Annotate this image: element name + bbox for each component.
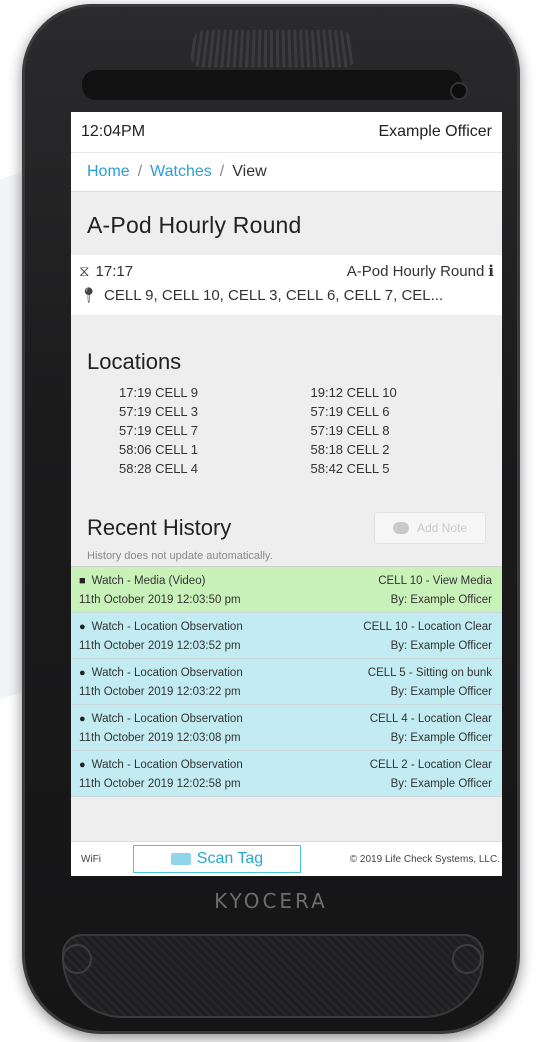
location-item: 58:06 CELL 1 <box>119 442 199 457</box>
watch-cells: CELL 9, CELL 10, CELL 3, CELL 6, CELL 7,… <box>104 286 444 304</box>
phone-bottom-bezel <box>62 934 484 1018</box>
history-header: Recent History Add Note <box>71 478 502 544</box>
copyright-text: © 2019 Life Check Systems, LLC. <box>349 853 500 865</box>
status-time: 12:04PM <box>81 123 146 140</box>
history-title: Watch - Location Observation <box>91 758 243 771</box>
history-heading: Recent History <box>87 515 232 540</box>
location-item: 58:18 CELL 2 <box>310 442 390 457</box>
phone-top-bezel <box>82 70 462 100</box>
status-bar: 12:04PM Example Officer <box>71 112 502 152</box>
history-title: Watch - Location Observation <box>91 712 243 725</box>
history-by: By: Example Officer <box>390 731 492 744</box>
brand-logo: KYOCERA <box>22 889 520 913</box>
info-icon[interactable]: i <box>488 262 494 280</box>
eye-icon: ● <box>79 666 86 679</box>
add-note-button[interactable]: Add Note <box>374 512 486 544</box>
screw-right-icon <box>452 944 482 974</box>
watch-name: A-Pod Hourly Round <box>346 262 485 280</box>
location-item: 19:12 CELL 10 <box>310 385 397 400</box>
locations-section: Locations 17:19 CELL 9 19:12 CELL 10 57:19… <box>71 315 502 478</box>
location-item: 17:19 CELL 9 <box>119 385 199 400</box>
comment-icon <box>392 522 409 534</box>
breadcrumb-separator: / <box>219 163 225 180</box>
history-detail: CELL 10 - View Media <box>378 574 492 587</box>
brand-text: KYOCERA <box>214 889 328 913</box>
history-title: Watch - Media (Video) <box>91 574 206 587</box>
status-user[interactable]: Example Officer <box>378 123 492 141</box>
app-screen: 12:04PM Example Officer Home / Watches /… <box>71 112 502 876</box>
history-date: 11th October 2019 12:03:52 pm <box>79 639 241 652</box>
scan-tag-button[interactable]: Scan Tag <box>133 845 301 873</box>
history-detail: CELL 10 - Location Clear <box>363 620 492 633</box>
wifi-status: WiFi <box>81 853 101 865</box>
history-detail: CELL 2 - Location Clear <box>369 758 492 771</box>
locations-heading: Locations <box>87 349 182 374</box>
history-detail: CELL 4 - Location Clear <box>369 712 492 725</box>
location-item: 57:19 CELL 8 <box>310 423 390 438</box>
camera-icon: ■ <box>79 574 86 587</box>
watch-duration: 17:17 <box>95 262 134 280</box>
tag-icon <box>170 853 191 865</box>
location-item: 57:19 CELL 7 <box>119 423 199 438</box>
location-item: 58:28 CELL 4 <box>119 461 199 476</box>
history-detail: CELL 5 - Sitting on bunk <box>367 666 492 679</box>
history-title: Watch - Location Observation <box>91 666 243 679</box>
history-row[interactable]: ● Watch - Location Observation CELL 5 - Si… <box>71 659 502 705</box>
history-by: By: Example Officer <box>390 685 492 698</box>
location-item: 58:42 CELL 5 <box>310 461 390 476</box>
location-item: 57:19 CELL 6 <box>310 404 390 419</box>
history-by: By: Example Officer <box>390 593 492 606</box>
add-note-label: Add Note <box>416 521 468 535</box>
eye-icon: ● <box>79 620 86 633</box>
bottom-bar: WiFi Scan Tag © 2019 Life Check Systems,… <box>71 841 502 876</box>
screw-left-icon <box>62 944 92 974</box>
eye-icon: ● <box>79 712 86 725</box>
history-row[interactable]: ● Watch - Location Observation CELL 2 - Lo… <box>71 751 502 797</box>
history-list: ■ Watch - Media (Video) CELL 10 - View Med… <box>71 566 502 797</box>
history-date: 11th October 2019 12:03:22 pm <box>79 685 241 698</box>
front-camera-icon <box>452 84 466 98</box>
hourglass-icon: ⧖ <box>79 262 90 280</box>
history-date: 11th October 2019 12:03:50 pm <box>79 593 241 606</box>
history-title: Watch - Location Observation <box>91 620 243 633</box>
history-row[interactable]: ● Watch - Location Observation CELL 4 - Lo… <box>71 705 502 751</box>
speaker-grille <box>189 29 357 68</box>
location-item: 57:19 CELL 3 <box>119 404 199 419</box>
breadcrumb-watches-link[interactable]: Watches <box>150 163 212 181</box>
breadcrumb-home-link[interactable]: Home <box>87 163 130 181</box>
history-by: By: Example Officer <box>390 777 492 790</box>
scan-tag-label: Scan Tag <box>196 850 264 867</box>
history-date: 11th October 2019 12:02:58 pm <box>79 777 241 790</box>
watch-info-panel: ⧖ 17:17 A-Pod Hourly Round i 📍︎ CELL 9, … <box>71 255 502 315</box>
history-by: By: Example Officer <box>390 639 492 652</box>
map-pin-icon: 📍︎ <box>79 287 99 304</box>
history-row[interactable]: ● Watch - Location Observation CELL 10 - L… <box>71 613 502 659</box>
breadcrumb: Home / Watches / View <box>71 152 502 192</box>
breadcrumb-separator: / <box>137 163 143 180</box>
eye-icon: ● <box>79 758 86 771</box>
history-date: 11th October 2019 12:03:08 pm <box>79 731 241 744</box>
history-row[interactable]: ■ Watch - Media (Video) CELL 10 - View Med… <box>71 567 502 613</box>
page-title: A-Pod Hourly Round <box>87 212 302 238</box>
history-note: History does not update automatically. <box>87 550 273 562</box>
locations-grid: 17:19 CELL 9 19:12 CELL 10 57:19 CELL 3 57:… <box>71 375 502 478</box>
breadcrumb-current: View <box>232 163 267 180</box>
